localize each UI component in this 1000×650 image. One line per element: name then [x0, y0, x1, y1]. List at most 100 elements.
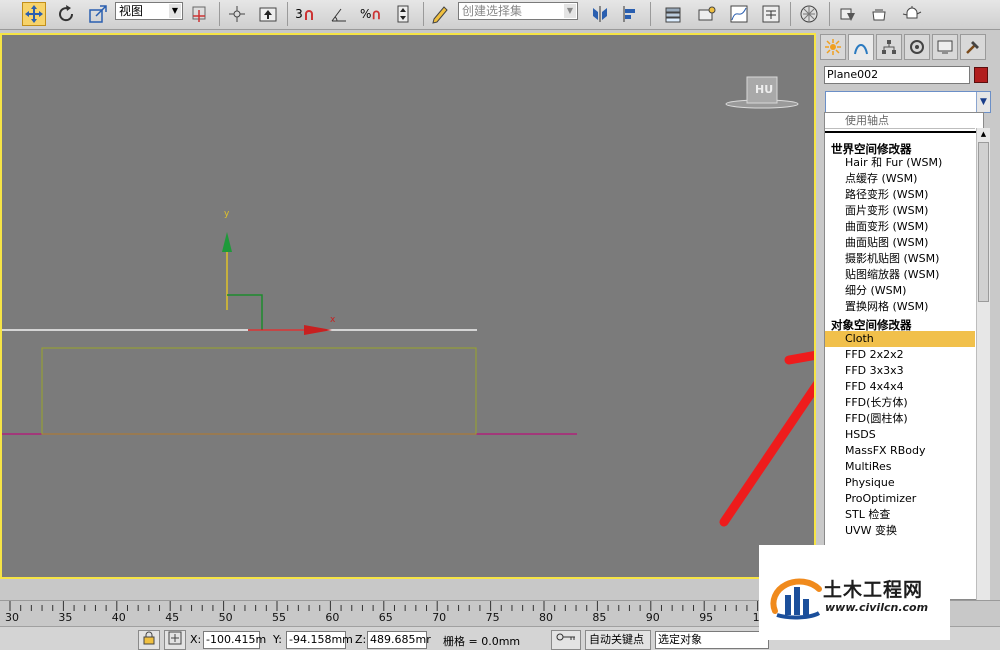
layer-manager-button[interactable]	[661, 2, 685, 26]
scroll-up-icon[interactable]: ▲	[977, 128, 990, 140]
modifier-list-item[interactable]: FFD 2x2x2	[825, 347, 975, 363]
object-name-field[interactable]: Plane002	[824, 66, 970, 84]
motion-icon	[910, 40, 924, 54]
tab-utilities[interactable]	[960, 34, 986, 60]
teapot-render-icon	[902, 6, 922, 19]
modifier-list-scrollbar[interactable]: ▲	[976, 128, 990, 600]
modifier-list-item[interactable]: HSDS	[825, 427, 975, 443]
timeline-tick-label: 85	[592, 611, 607, 624]
modifier-list-item[interactable]: ProOptimizer	[825, 491, 975, 507]
modifier-list-item[interactable]: 细分 (WSM)	[825, 283, 975, 299]
curve-editor-button[interactable]	[727, 2, 751, 26]
pivot-center-button[interactable]	[188, 2, 212, 26]
timeline-tick-label: 90	[645, 611, 660, 624]
modifier-list-item[interactable]: 路径变形 (WSM)	[825, 187, 975, 203]
spinner-icon	[397, 5, 409, 23]
move-tool-button[interactable]	[22, 2, 46, 26]
timeline-tick-label: 30	[5, 611, 19, 624]
modifier-list-item[interactable]: 点缓存 (WSM)	[825, 171, 975, 187]
z-coord-field[interactable]: 489.685mr	[367, 631, 431, 649]
viewcube-label[interactable]: HU	[755, 83, 773, 96]
list-divider	[825, 131, 983, 133]
modifier-list-item[interactable]: FFD 4x4x4	[825, 379, 975, 395]
modifier-list-item[interactable]: FFD(圆柱体)	[825, 411, 975, 427]
y-coord-field[interactable]: -94.158mm	[286, 631, 353, 649]
spinner-snap-button[interactable]	[391, 2, 415, 26]
render-setup-icon	[840, 8, 855, 21]
modifier-list-item[interactable]: 摄影机贴图 (WSM)	[825, 251, 975, 267]
snap-toggle-button[interactable]: 3	[293, 2, 317, 26]
modifier-list-item[interactable]: MassFX RBody	[825, 443, 975, 459]
graphite-tools-button[interactable]	[695, 2, 719, 26]
auto-key-button[interactable]: 自动关键点	[585, 630, 651, 650]
site-watermark: 土木工程网 www.civilcn.com	[759, 545, 950, 640]
modify-icon	[854, 43, 868, 54]
watermark-url: www.civilcn.com	[825, 601, 929, 614]
modifier-list-dropdown[interactable]: ▼	[825, 91, 991, 113]
tab-motion[interactable]	[904, 34, 930, 60]
scale-tool-button[interactable]	[86, 2, 110, 26]
modifier-list-item[interactable]: 置换网格 (WSM)	[825, 299, 975, 315]
timeline-tick-label: 95	[699, 611, 714, 624]
modifier-list-item[interactable]: STL 检查	[825, 507, 975, 523]
render-production-button[interactable]	[900, 2, 924, 26]
rotate-tool-button[interactable]	[54, 2, 78, 26]
timeline-tick-label: 80	[539, 611, 553, 624]
manipulate-icon	[229, 6, 245, 22]
key-filter-select[interactable]: 选定对象	[655, 631, 769, 649]
key-mode-button[interactable]	[551, 630, 581, 650]
select-manipulate-button[interactable]	[225, 2, 249, 26]
reference-coord-select[interactable]: 视图 ▼	[115, 2, 183, 20]
absolute-mode-button[interactable]	[164, 630, 186, 650]
rotate-icon	[59, 5, 74, 22]
timeline-tick-label: 50	[218, 611, 233, 624]
modifier-list-item[interactable]: Hair 和 Fur (WSM)	[825, 155, 975, 171]
axis-x-label: x	[330, 315, 336, 325]
modifier-list-item[interactable]: MultiRes	[825, 459, 975, 475]
modifier-list-item[interactable]: FFD 3x3x3	[825, 363, 975, 379]
modifier-list-item[interactable]: 贴图缩放器 (WSM)	[825, 267, 975, 283]
modifier-list-item[interactable]: Cloth	[825, 331, 975, 347]
material-editor-button[interactable]	[797, 2, 821, 26]
curve-editor-icon	[730, 5, 748, 23]
z-coord-label: Z:	[355, 633, 367, 646]
toolbar-separator	[650, 2, 651, 26]
align-button[interactable]	[619, 2, 643, 26]
tab-create[interactable]	[820, 34, 846, 60]
percent-snap-button[interactable]: %	[359, 2, 383, 26]
angle-snap-icon	[331, 8, 346, 22]
tab-display[interactable]	[932, 34, 958, 60]
modifier-list-item[interactable]: 曲面贴图 (WSM)	[825, 235, 975, 251]
rendered-frame-button[interactable]	[867, 2, 891, 26]
render-setup-button[interactable]	[836, 2, 860, 26]
perspective-viewport[interactable]: HU y x	[0, 33, 816, 579]
modifier-list-item[interactable]: Physique	[825, 475, 975, 491]
modifier-list-item[interactable]: 使用轴点	[825, 113, 975, 129]
modifier-list-item[interactable]: UVW 变换	[825, 523, 975, 539]
angle-snap-button[interactable]	[327, 2, 351, 26]
mirror-button[interactable]	[588, 2, 612, 26]
edit-named-selection-button[interactable]	[428, 2, 452, 26]
mirror-icon	[593, 6, 607, 22]
scale-icon	[89, 5, 107, 23]
magnet-icon	[304, 10, 313, 20]
keyboard-shortcut-button[interactable]	[256, 2, 280, 26]
tab-modify[interactable]	[848, 34, 874, 60]
lock-icon	[143, 631, 155, 645]
scroll-thumb[interactable]	[978, 142, 989, 302]
axis-y-label: y	[224, 209, 230, 219]
schematic-view-button[interactable]	[759, 2, 783, 26]
chevron-down-icon: ▼	[169, 4, 181, 18]
x-coord-field[interactable]: -100.415m	[203, 631, 266, 649]
main-toolbar: 视图 ▼ 3 % 创建选择集 ▼	[0, 0, 1000, 30]
command-panel: Plane002 ▼ 使用轴点 世界空间修改器 Hair 和 Fur (WSM) 点缓…	[816, 30, 1000, 600]
modifier-list-item[interactable]: FFD(长方体)	[825, 395, 975, 411]
tab-hierarchy[interactable]	[876, 34, 902, 60]
modifier-list-item[interactable]: 曲面变形 (WSM)	[825, 219, 975, 235]
named-selection-set-input[interactable]: 创建选择集 ▼	[458, 2, 578, 20]
chevron-down-icon[interactable]: ▼	[976, 92, 990, 112]
modifier-list-item[interactable]: 面片变形 (WSM)	[825, 203, 975, 219]
object-color-swatch[interactable]	[974, 67, 988, 83]
upload-icon	[259, 7, 277, 22]
selection-lock-button[interactable]	[138, 630, 160, 650]
